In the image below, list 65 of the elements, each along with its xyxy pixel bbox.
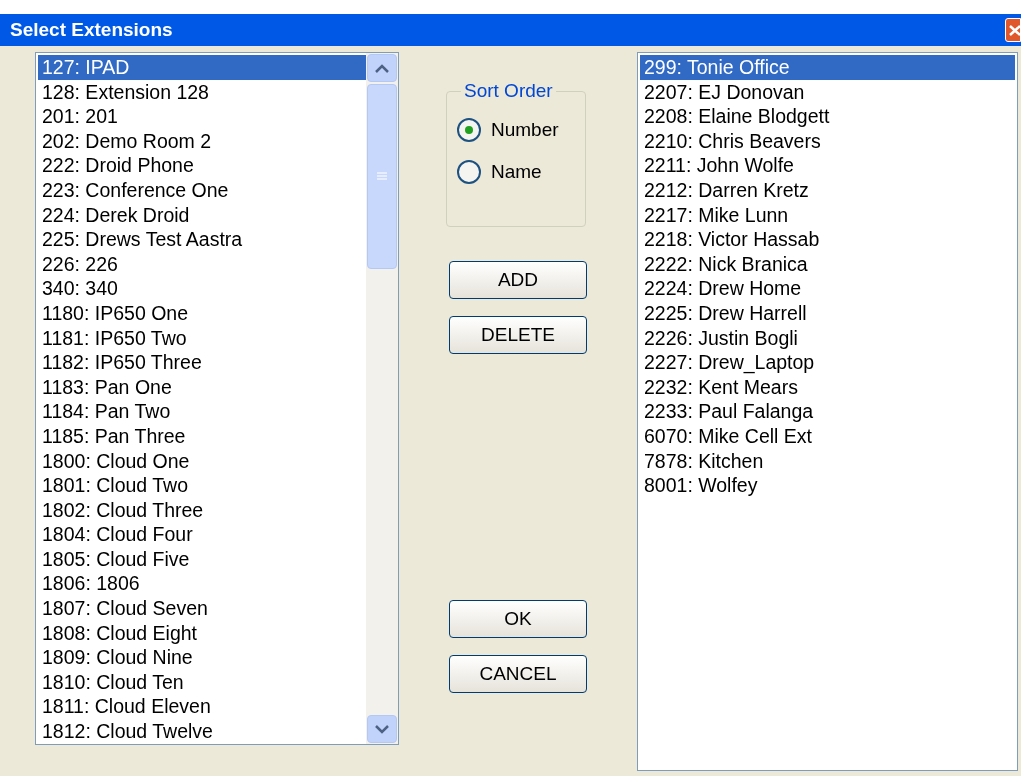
close-icon (1008, 23, 1020, 37)
list-item[interactable]: 222: Droid Phone (38, 153, 366, 178)
push-button[interactable]: OK (449, 600, 587, 638)
list-item[interactable]: 2208: Elaine Blodgett (640, 104, 1015, 129)
radio-option[interactable]: Number (457, 115, 575, 144)
list-item[interactable]: 7878: Kitchen (640, 448, 1015, 474)
list-item[interactable]: 1180: IP650 One (38, 300, 366, 326)
group-title: Sort Order (463, 79, 554, 103)
list-item[interactable]: 1807: Cloud Seven (38, 596, 366, 621)
list-item[interactable]: 225: Drews Test Aastra (38, 227, 366, 252)
list-item[interactable]: 8001: Wolfey (640, 473, 1015, 498)
list-item[interactable]: 1806: 1806 (38, 571, 366, 597)
list-item[interactable]: 2217: Mike Lunn (640, 202, 1015, 228)
list-item[interactable]: 2225: Drew Harrell (640, 300, 1015, 326)
scroll-thumb[interactable] (367, 84, 397, 269)
radio-button[interactable] (457, 160, 481, 185)
list-item[interactable]: 1802: Cloud Three (38, 497, 366, 523)
push-button[interactable]: ADD (449, 261, 587, 299)
list-item[interactable]: 1801: Cloud Two (38, 473, 366, 498)
list-item[interactable]: 2211: John Wolfe (640, 153, 1015, 178)
list-item[interactable]: 1809: Cloud Nine (38, 645, 366, 670)
list-item[interactable]: 2232: Kent Mears (640, 374, 1015, 400)
list-item[interactable]: 1184: Pan Two (38, 399, 366, 424)
list-item[interactable]: 1800: Cloud One (38, 448, 366, 474)
list-item[interactable]: 1811: Cloud Eleven (38, 694, 366, 720)
list-item[interactable]: 2210: Chris Beavers (640, 128, 1015, 154)
push-button[interactable]: DELETE (449, 316, 587, 354)
list-item[interactable]: 127: IPAD (38, 55, 366, 80)
grip-icon (376, 172, 388, 181)
window-title: Select Extensions (10, 17, 173, 42)
radio-option[interactable]: Name (457, 158, 575, 187)
list-item[interactable]: 2224: Drew Home (640, 276, 1015, 301)
list-item[interactable]: 340: 340 (38, 276, 366, 301)
scroll-up-button[interactable] (367, 54, 397, 82)
list-item[interactable]: 226: 226 (38, 251, 366, 277)
list-item[interactable]: 201: 201 (38, 104, 366, 129)
list-item[interactable]: 2207: EJ Donovan (640, 79, 1015, 105)
list-item[interactable]: 2226: Justin Bogli (640, 325, 1015, 351)
list-item[interactable]: 1182: IP650 Three (38, 350, 366, 375)
list-item[interactable]: 224: Derek Droid (38, 202, 366, 228)
close-button[interactable] (1005, 18, 1021, 42)
list-item[interactable]: 2233: Paul Falanga (640, 399, 1015, 424)
up-caret-icon (375, 63, 389, 73)
list-item[interactable]: 223: Conference One (38, 177, 366, 203)
list-item[interactable]: 299: Tonie Office (640, 55, 1015, 80)
list-item[interactable]: 1804: Cloud Four (38, 522, 366, 547)
list-item[interactable]: 1805: Cloud Five (38, 546, 366, 572)
list-item[interactable]: 1808: Cloud Eight (38, 620, 366, 646)
list-item[interactable]: 6070: Mike Cell Ext (640, 423, 1015, 449)
list-item[interactable]: 2218: Victor Hassab (640, 227, 1015, 252)
radio-button[interactable] (457, 117, 481, 142)
list-item[interactable]: 1812: Cloud Twelve (38, 719, 366, 744)
list-item[interactable]: 202: Demo Room 2 (38, 128, 366, 154)
list-item[interactable]: 2212: Darren Kretz (640, 177, 1015, 203)
list-item[interactable]: 2222: Nick Branica (640, 251, 1015, 277)
list-item[interactable]: 1181: IP650 Two (38, 325, 366, 351)
list-item[interactable]: 2227: Drew_Laptop (640, 350, 1015, 375)
list-item[interactable]: 1185: Pan Three (38, 423, 366, 449)
list-item[interactable]: 128: Extension 128 (38, 79, 366, 105)
push-button[interactable]: CANCEL (449, 655, 587, 693)
list-item[interactable]: 1810: Cloud Ten (38, 669, 366, 695)
scrollbar[interactable] (366, 53, 398, 744)
scroll-down-button[interactable] (367, 715, 397, 743)
list-item[interactable]: 1183: Pan One (38, 374, 366, 400)
down-caret-icon (375, 724, 389, 734)
